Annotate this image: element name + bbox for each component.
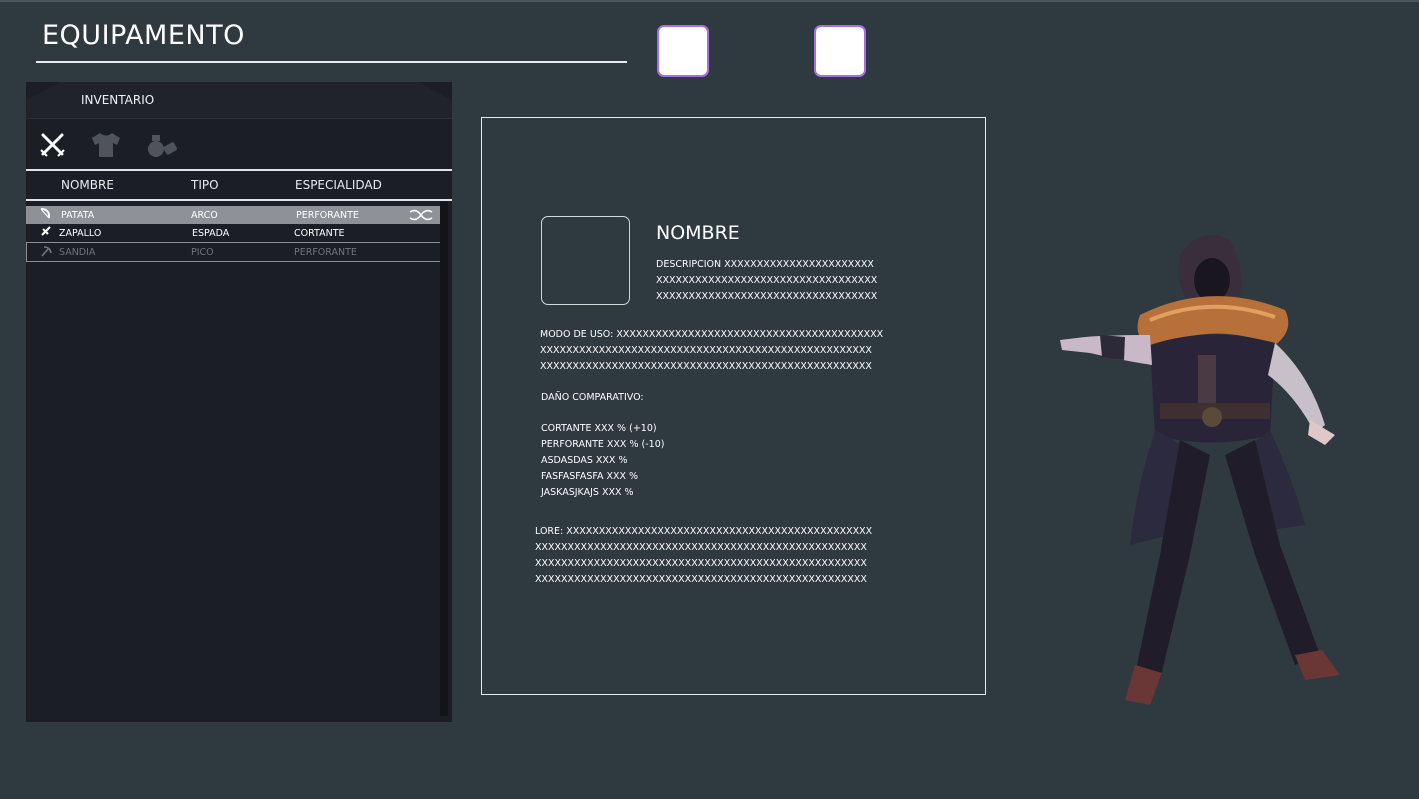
inventory-title: INVENTARIO — [81, 93, 155, 107]
item-specialty: CORTANTE — [294, 228, 345, 239]
top-border — [0, 0, 1419, 2]
item-detail-name: NOMBRE — [656, 222, 740, 244]
damage-list: CORTANTE XXX % (+10) PERFORANTE XXX % (-… — [541, 423, 665, 498]
inventory-row[interactable]: PATATA ARCO PERFORANTE — [26, 206, 443, 224]
item-type: ESPADA — [192, 228, 230, 239]
column-header-specialty: ESPECIALIDAD — [295, 178, 382, 192]
item-name: ZAPALLO — [59, 228, 102, 239]
inventory-panel: INVENTARIO NOMBRE TIPO ESPECIALIDAD PATA… — [26, 82, 452, 722]
inventory-scrollbar[interactable] — [440, 202, 448, 716]
item-name: SANDIA — [59, 247, 96, 258]
pickaxe-icon — [40, 245, 52, 260]
bag-icon[interactable] — [145, 130, 177, 160]
character-model — [1040, 225, 1360, 715]
equipment-slot-2[interactable] — [814, 25, 866, 77]
inventory-row[interactable]: SANDIA PICO PERFORANTE — [26, 242, 443, 262]
header-divider-bottom — [26, 199, 452, 201]
item-icon-frame — [541, 216, 630, 305]
bow-icon — [39, 207, 51, 222]
item-lore: LORE: XXXXXXXXXXXXXXXXXXXXXXXXXXXXXXXXXX… — [535, 526, 873, 585]
item-detail-panel: NOMBRE DESCRIPCION XXXXXXXXXXXXXXXXXXXXX… — [481, 117, 986, 695]
item-usage: MODO DE USO: XXXXXXXXXXXXXXXXXXXXXXXXXXX… — [540, 329, 884, 372]
item-type: ARCO — [191, 210, 218, 221]
item-description: DESCRIPCION XXXXXXXXXXXXXXXXXXXXXXX XXXX… — [656, 259, 878, 302]
damage-title: DAÑO COMPARATIVO: — [541, 392, 644, 403]
item-type: PICO — [191, 247, 214, 258]
swap-icon[interactable] — [409, 208, 433, 225]
item-specialty: PERFORANTE — [294, 247, 357, 258]
column-header-name: NOMBRE — [61, 178, 114, 192]
crossed-swords-icon[interactable] — [38, 130, 68, 160]
item-specialty: PERFORANTE — [296, 210, 359, 221]
header-divider-top — [26, 169, 452, 171]
inventory-row[interactable]: ZAPALLO ESPADA CORTANTE — [26, 224, 443, 242]
sword-icon — [40, 225, 52, 240]
shirt-icon[interactable] — [89, 130, 120, 160]
item-name: PATATA — [61, 210, 95, 221]
page-title: EQUIPAMENTO — [42, 20, 245, 51]
column-header-type: TIPO — [191, 178, 219, 192]
title-underline — [36, 61, 627, 63]
equipment-slot-1[interactable] — [657, 25, 709, 77]
